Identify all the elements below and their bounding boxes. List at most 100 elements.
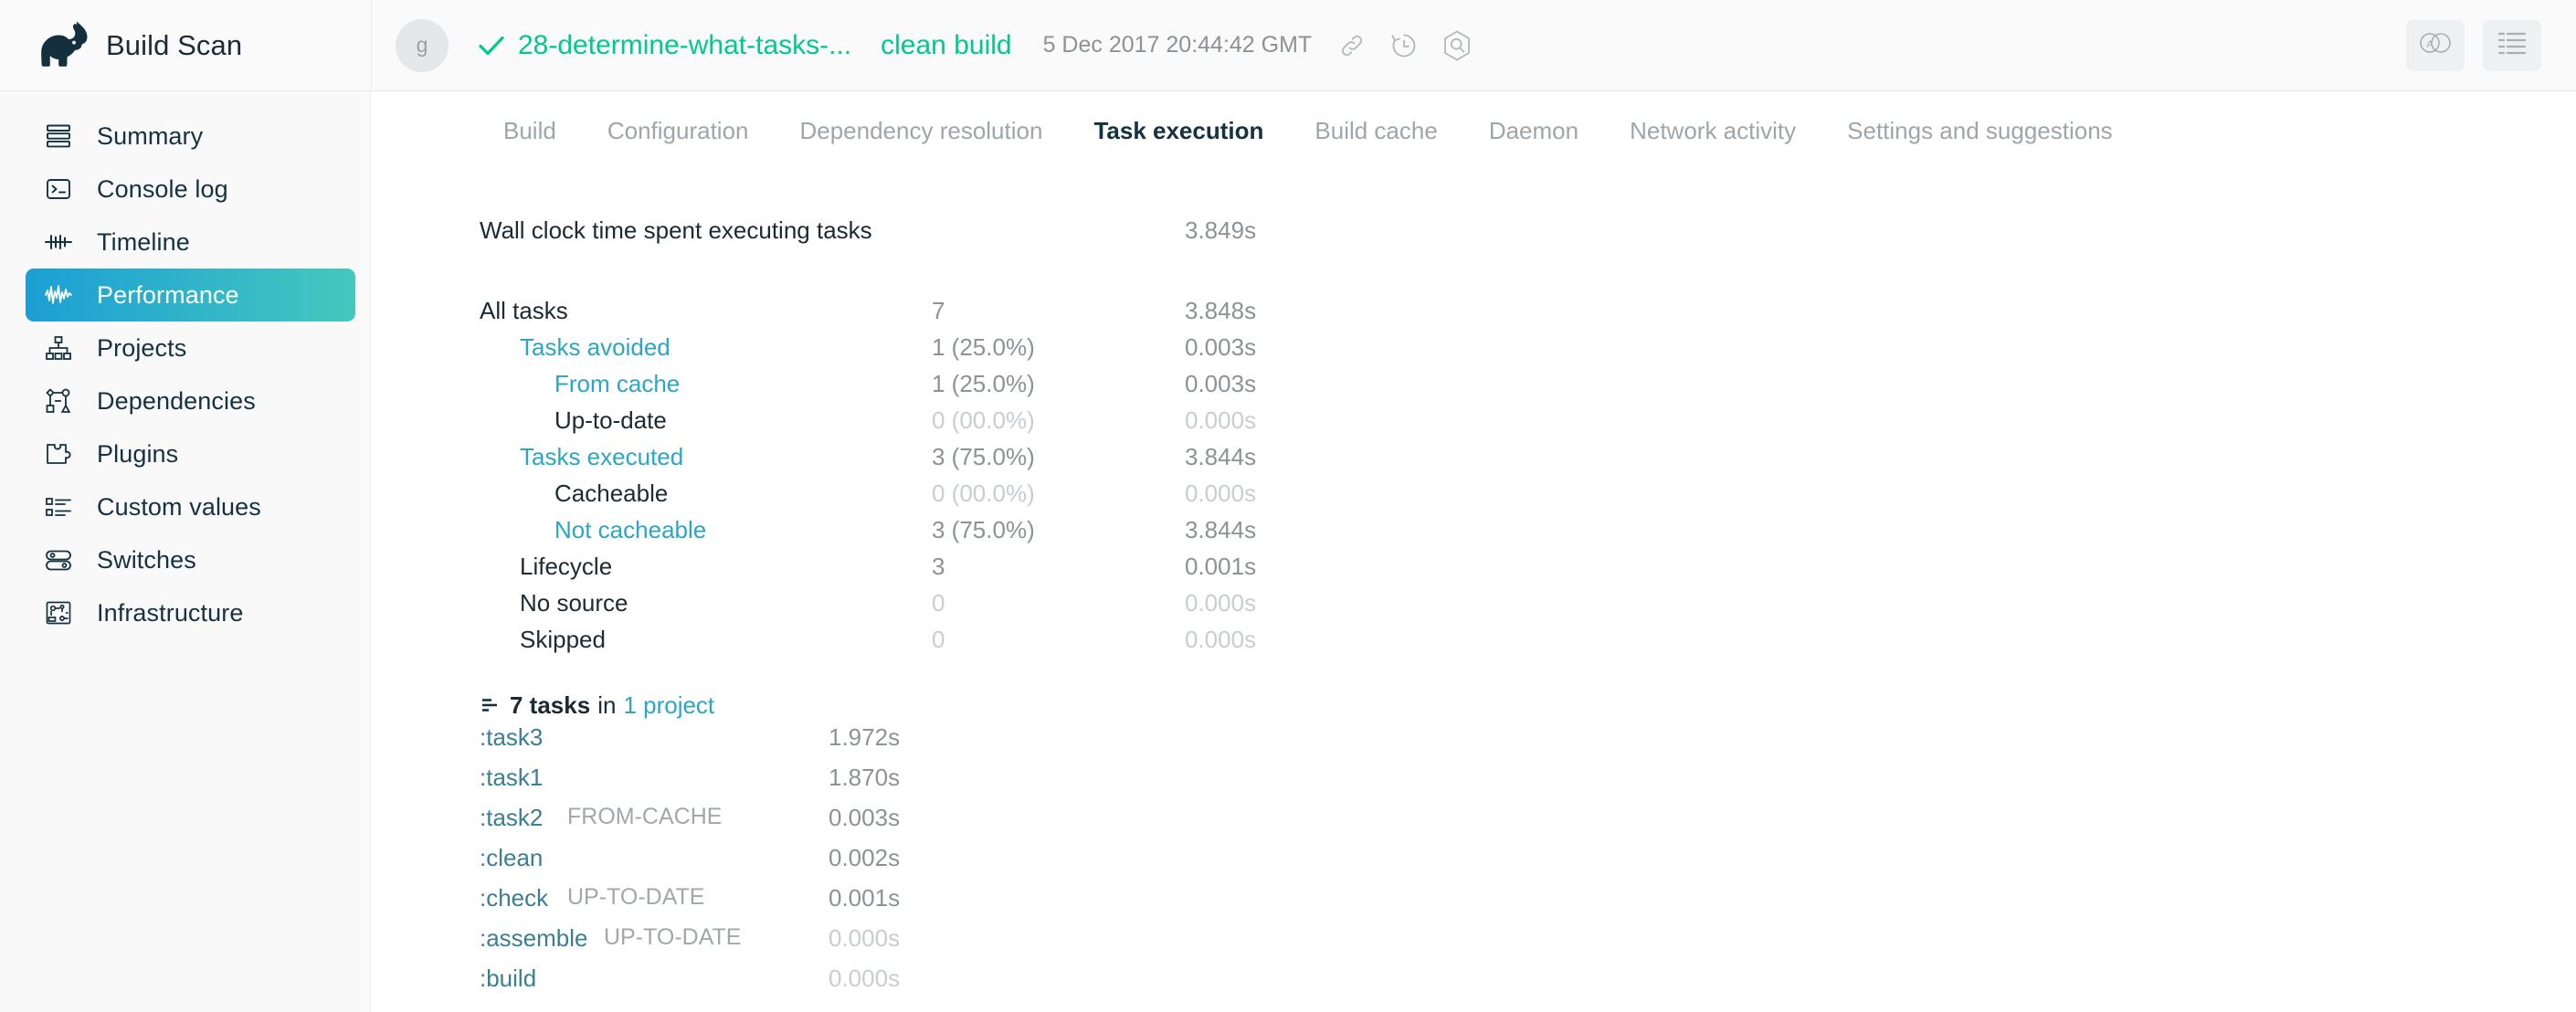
row-label: Skipped: [520, 626, 606, 653]
scan-title-link[interactable]: 28-determine-what-tasks-...: [518, 30, 851, 61]
summary-row-not-cacheable: Not cacheable 3 (75.0%) 3.844s: [480, 516, 1667, 553]
scan-tasks-link[interactable]: clean build: [881, 30, 1011, 61]
task-name-link[interactable]: :task2: [480, 804, 543, 832]
row-label: Wall clock time spent executing tasks: [480, 216, 872, 244]
sidebar-item-label: Custom values: [97, 492, 261, 521]
compare-button[interactable]: A: [2406, 19, 2465, 71]
sidebar-item-infrastructure[interactable]: Infrastructure: [26, 586, 355, 639]
sidebar-item-summary[interactable]: Summary: [26, 110, 355, 163]
sort-lines-icon[interactable]: [480, 695, 500, 715]
task-row: :build 0.000s: [480, 965, 1667, 1005]
sidebar-item-label: Console log: [97, 174, 228, 203]
row-duration: 0.003s: [1185, 370, 1257, 397]
tab-build-cache[interactable]: Build cache: [1289, 117, 1462, 145]
search-scan-icon[interactable]: [1441, 29, 1473, 62]
sidebar-item-console-log[interactable]: Console log: [26, 163, 355, 216]
sidebar-item-dependencies[interactable]: Dependencies: [26, 374, 355, 427]
avatar-initial: g: [416, 33, 428, 57]
history-icon[interactable]: [1388, 30, 1420, 61]
sidebar-item-projects[interactable]: Projects: [26, 322, 355, 374]
row-label[interactable]: From cache: [554, 370, 680, 398]
task-duration: 0.000s: [829, 924, 901, 952]
row-duration: 0.001s: [1185, 553, 1257, 580]
row-label[interactable]: Tasks avoided: [520, 333, 670, 362]
tab-dependency-resolution[interactable]: Dependency resolution: [774, 117, 1068, 145]
row-duration: 0.000s: [1185, 626, 1257, 653]
tab-settings-and-suggestions[interactable]: Settings and suggestions: [1821, 117, 2138, 145]
row-duration: 3.849s: [1185, 216, 1257, 244]
plugins-icon: [40, 436, 77, 472]
tab-build[interactable]: Build: [478, 117, 582, 145]
tab-configuration[interactable]: Configuration: [582, 117, 775, 145]
task-row: :task3 1.972s: [480, 723, 1667, 764]
sidebar-item-switches[interactable]: Switches: [26, 533, 355, 586]
brand-home-link[interactable]: Build Scan: [0, 0, 371, 91]
row-label: Lifecycle: [520, 553, 613, 580]
brand-name: Build Scan: [106, 28, 243, 61]
row-duration: 3.844s: [1185, 516, 1257, 543]
row-label[interactable]: Tasks executed: [520, 443, 683, 471]
timeline-icon: [40, 224, 77, 260]
sidebar-item-label: Plugins: [97, 439, 179, 468]
scan-timestamp: 5 Dec 2017 20:44:42 GMT: [1042, 32, 1313, 58]
row-label: Cacheable: [554, 480, 669, 507]
tab-network-activity[interactable]: Network activity: [1604, 117, 1821, 145]
task-row: :assemble UP-TO-DATE 0.000s: [480, 924, 1667, 965]
sidebar-item-custom-values[interactable]: Custom values: [26, 480, 355, 533]
row-duration: 3.848s: [1185, 297, 1257, 324]
task-status-badge: UP-TO-DATE: [567, 884, 705, 910]
check-icon: [476, 30, 507, 61]
row-count: 3: [932, 553, 945, 580]
task-name-link[interactable]: :task3: [480, 723, 543, 752]
summary-row-tasks-avoided: Tasks avoided 1 (25.0%) 0.003s: [480, 333, 1667, 370]
sidebar-item-label: Projects: [97, 333, 187, 362]
row-duration: 0.000s: [1185, 589, 1257, 617]
summary-row-all-tasks: All tasks 7 3.848s: [480, 297, 1667, 333]
summary-row-from-cache: From cache 1 (25.0%) 0.003s: [480, 370, 1667, 406]
tab-task-execution[interactable]: Task execution: [1068, 117, 1289, 145]
sidebar-item-timeline[interactable]: Timeline: [26, 216, 355, 269]
summary-row-wall-clock: Wall clock time spent executing tasks 3.…: [480, 216, 1667, 253]
row-count: 0 (00.0%): [932, 406, 1035, 434]
switches-icon: [40, 542, 77, 578]
task-status-badge: FROM-CACHE: [567, 804, 723, 829]
performance-icon: [40, 277, 77, 313]
row-count: 7: [932, 297, 945, 324]
task-duration: 0.002s: [829, 844, 901, 871]
sidebar-item-plugins[interactable]: Plugins: [26, 427, 355, 480]
task-name-link[interactable]: :check: [480, 884, 548, 912]
row-label[interactable]: Not cacheable: [554, 516, 706, 544]
task-duration: 1.870s: [829, 764, 901, 791]
sidebar-item-label: Summary: [97, 121, 204, 150]
task-duration: 0.003s: [829, 804, 901, 831]
projects-count-link[interactable]: 1 project: [623, 691, 714, 720]
scan-meta: g 28-determine-what-tasks-... clean buil…: [372, 18, 2406, 72]
compare-icon: A: [2417, 29, 2454, 61]
summary-row-up-to-date: Up-to-date 0 (00.0%) 0.000s: [480, 406, 1667, 443]
tasks-list-section: 7 tasks in 1 project :task3 1.972s :task…: [480, 687, 1667, 1005]
summary-row-tasks-executed: Tasks executed 3 (75.0%) 3.844s: [480, 443, 1667, 480]
row-duration: 0.003s: [1185, 333, 1257, 361]
task-name-link[interactable]: :assemble: [480, 924, 588, 953]
sidebar-item-performance[interactable]: Performance: [26, 269, 355, 322]
tab-bar: Build Configuration Dependency resolutio…: [372, 91, 2576, 170]
sidebar-item-label: Dependencies: [97, 386, 256, 415]
summary-row-lifecycle: Lifecycle 3 0.001s: [480, 553, 1667, 589]
avatar[interactable]: g: [396, 18, 449, 72]
list-menu-button[interactable]: [2483, 19, 2541, 71]
row-count: 0: [932, 626, 945, 653]
sidebar-item-label: Performance: [97, 280, 239, 309]
custom-values-icon: [40, 489, 77, 525]
summary-row-skipped: Skipped 0 0.000s: [480, 626, 1667, 662]
tab-daemon[interactable]: Daemon: [1463, 117, 1604, 145]
task-name-link[interactable]: :build: [480, 965, 536, 993]
row-duration: 3.844s: [1185, 443, 1257, 470]
task-name-link[interactable]: :clean: [480, 844, 543, 872]
task-name-link[interactable]: :task1: [480, 764, 543, 792]
row-label: Up-to-date: [554, 406, 667, 434]
console-icon: [40, 171, 77, 207]
link-icon[interactable]: [1337, 31, 1367, 60]
task-execution-summary-table: Wall clock time spent executing tasks 3.…: [480, 216, 1667, 662]
row-count: 0 (00.0%): [932, 480, 1035, 507]
row-count: 1 (25.0%): [932, 370, 1035, 397]
